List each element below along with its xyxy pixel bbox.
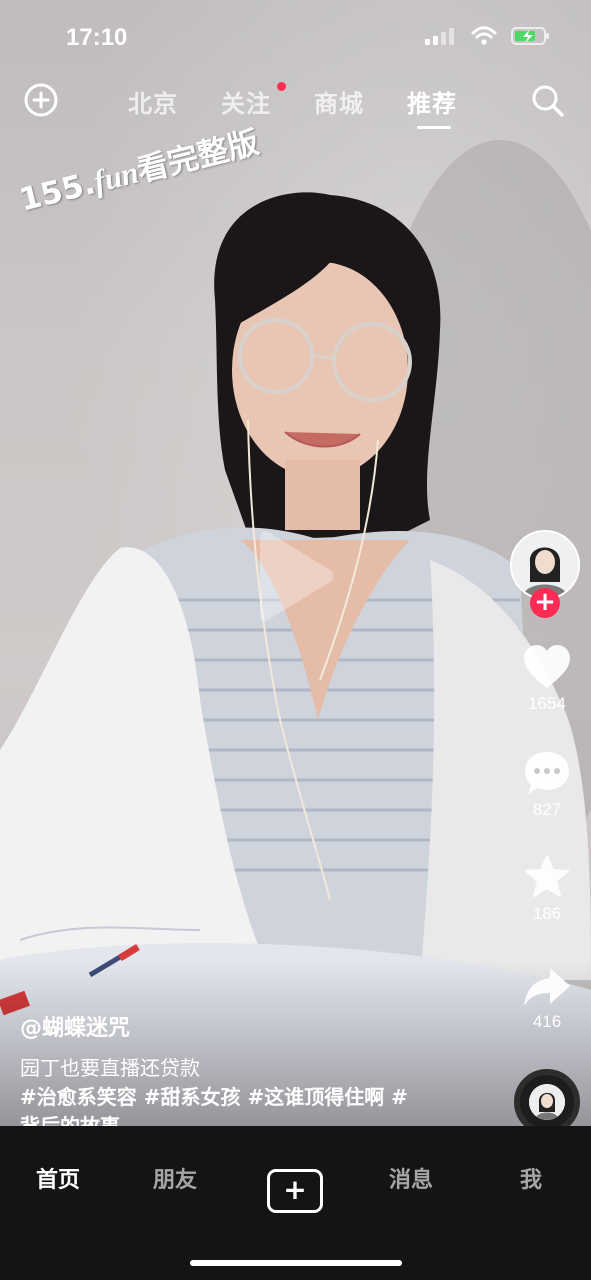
status-time: 17:10 [66, 24, 128, 51]
author-handle[interactable]: @蝴蝶迷咒 [20, 1010, 130, 1042]
caption-hashtags-line1[interactable]: #治愈系笑容 #甜系女孩 #这谁顶得住啊 # [20, 1083, 460, 1112]
like-count: 1654 [528, 694, 566, 713]
search-icon[interactable] [531, 84, 565, 118]
home-indicator[interactable] [190, 1260, 402, 1266]
battery-charging-icon [511, 27, 549, 45]
disc-avatar-illustration [529, 1084, 565, 1120]
tab-following-label: 关注 [221, 90, 271, 118]
tab-following[interactable]: 关注 [221, 82, 314, 119]
share-button[interactable]: 416 [508, 966, 586, 1032]
create-video-button[interactable]: + [267, 1169, 323, 1213]
app-screen: 17:10 北京 关注 商城 推荐 155.fun看完整版 + 1654 827… [0, 0, 591, 1280]
wifi-icon [471, 26, 497, 45]
tab-beijing[interactable]: 北京 [128, 84, 221, 119]
tab-friends[interactable]: 朋友 [153, 1162, 197, 1194]
tab-me[interactable]: 我 [520, 1162, 542, 1194]
caption-text: 园丁也要直播还贷款 [20, 1056, 200, 1080]
comment-button[interactable]: 827 [508, 750, 586, 820]
music-disc-cover [529, 1084, 565, 1120]
top-tabs: 北京 关注 商城 推荐 [128, 82, 500, 119]
comment-count: 827 [532, 800, 562, 819]
tab-recommended[interactable]: 推荐 [407, 84, 500, 119]
tab-messages[interactable]: 消息 [389, 1162, 433, 1194]
cellular-signal-icon [425, 28, 454, 45]
heart-icon [524, 645, 570, 688]
create-plus-icon: + [283, 1173, 307, 1206]
follow-plus-button[interactable]: + [530, 588, 560, 618]
status-icons [425, 26, 551, 46]
tab-mall[interactable]: 商城 [314, 84, 407, 119]
like-button[interactable]: 1654 [508, 644, 586, 714]
share-count: 416 [532, 1012, 562, 1031]
favorite-count: 186 [532, 904, 562, 923]
notification-dot [277, 82, 286, 91]
star-icon [525, 855, 569, 897]
favorite-button[interactable]: 186 [508, 854, 586, 924]
active-tab-indicator [417, 126, 451, 129]
comment-icon [525, 752, 569, 794]
share-arrow-icon [524, 968, 570, 1006]
play-icon[interactable] [252, 530, 336, 622]
add-circle-icon[interactable] [24, 83, 58, 117]
tab-home[interactable]: 首页 [36, 1162, 80, 1194]
